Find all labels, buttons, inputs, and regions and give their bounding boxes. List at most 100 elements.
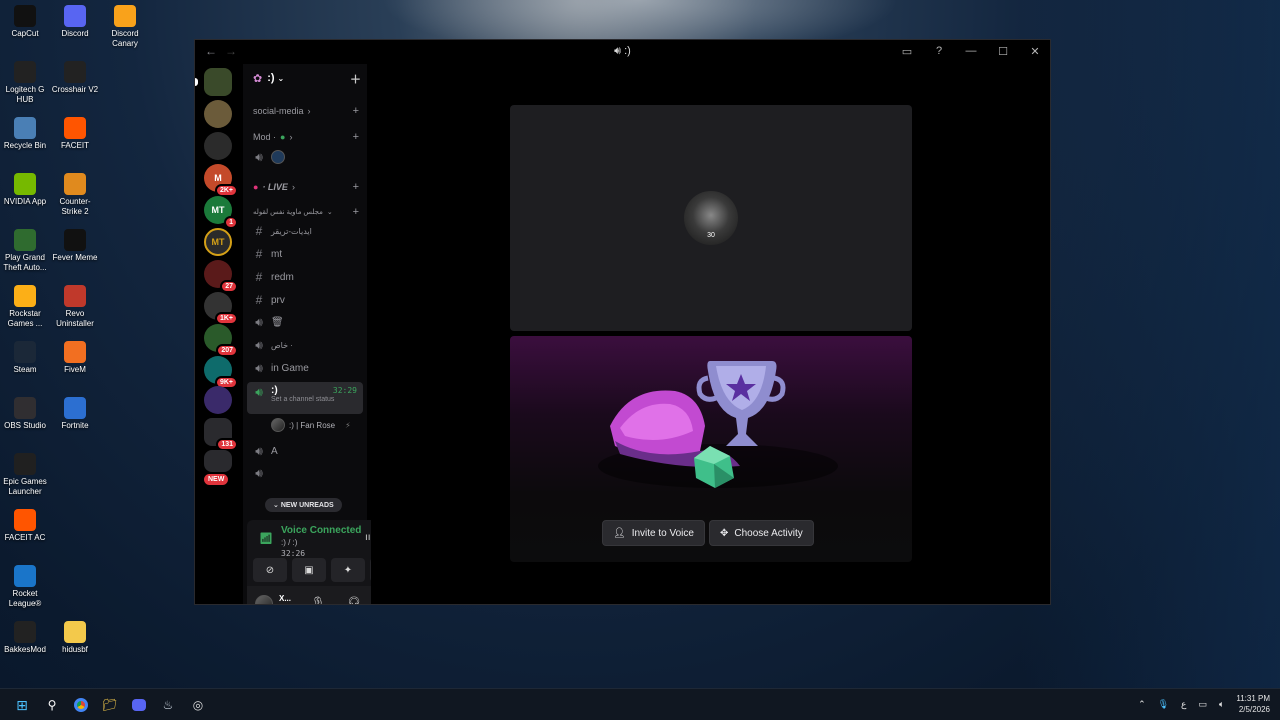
voice-channel[interactable]: 🔊︎ [253, 464, 363, 482]
minimize-icon[interactable]: — [962, 43, 980, 59]
language-indicator[interactable]: ع [1181, 699, 1186, 710]
add-channel-icon[interactable]: + [353, 131, 359, 143]
desktop-icon[interactable]: FiveM [50, 341, 100, 375]
camera-off-button[interactable]: ⊘ [253, 558, 287, 582]
category-social-media[interactable]: social-media › + [253, 105, 359, 117]
obs-icon [14, 397, 36, 419]
chevron-down-icon: ⌄ [273, 502, 281, 509]
server-icon[interactable]: MT [204, 228, 232, 256]
desktop-icon[interactable]: Rocket League® [0, 565, 50, 609]
desktop-icon[interactable]: FACEIT [50, 117, 100, 151]
capcut-icon [14, 5, 36, 27]
desktop-icon[interactable]: Counter-Strike 2 [50, 173, 100, 217]
steam-taskbar-icon[interactable]: ♨ [158, 695, 178, 715]
voice-channel[interactable]: 🔊︎ 🗑 [253, 313, 363, 331]
username[interactable]: X... [279, 594, 291, 603]
network-icon[interactable]: ▭ [1198, 699, 1207, 710]
desktop-icon[interactable]: FACEIT AC [0, 509, 50, 543]
voice-channel-path[interactable]: :) / :) [281, 538, 297, 547]
desktop-icon[interactable]: Revo Uninstaller [50, 285, 100, 329]
desktop-icon[interactable]: hidusbf [50, 621, 100, 655]
speaker-icon: 🔊︎ [255, 443, 263, 458]
server-folder[interactable] [204, 450, 232, 472]
new-unreads-pill[interactable]: ⌄ NEW UNREADS [265, 498, 342, 512]
volume-icon[interactable]: 🔈︎ [1219, 699, 1224, 710]
voice-connected-status[interactable]: Voice Connected [281, 525, 361, 536]
voice-channel[interactable]: 🔊︎ خاص · [253, 336, 363, 354]
headphones-icon[interactable]: 🎧︎ [347, 596, 361, 604]
server-icon[interactable]: 1K+ [204, 292, 238, 325]
close-icon[interactable]: ✕ [1026, 43, 1044, 59]
desktop-icon[interactable]: NVIDIA App [0, 173, 50, 207]
server-icon[interactable]: M 2K+ [204, 164, 238, 197]
search-icon[interactable]: ⚲ [42, 695, 62, 715]
desktop-icon[interactable]: Recycle Bin [0, 117, 50, 151]
text-channel[interactable]: # mt [253, 245, 363, 263]
server-icon[interactable]: 9K+ [204, 356, 238, 389]
desktop-icon[interactable]: Logitech G HUB [0, 61, 50, 105]
file-explorer-icon[interactable]: 📁︎ [100, 695, 120, 715]
server-icon-dm[interactable] [195, 68, 232, 96]
add-member-icon[interactable]: ＋ [350, 71, 361, 87]
server-icon[interactable]: 207 [204, 324, 238, 357]
desktop-icon[interactable]: Play Grand Theft Auto... [0, 229, 50, 273]
server-icon[interactable] [204, 100, 232, 128]
new-badge[interactable]: NEW [204, 474, 229, 485]
user-avatar[interactable] [255, 595, 273, 604]
desktop-icon[interactable]: Discord [50, 5, 100, 39]
desktop-icon[interactable]: Discord Canary [100, 5, 150, 49]
help-icon[interactable]: ? [930, 43, 948, 59]
chevron-up-icon[interactable]: ⌃ [1138, 699, 1146, 710]
participant-tile[interactable]: 30 [510, 105, 912, 331]
cs2-icon [64, 173, 86, 195]
discord-taskbar-icon[interactable] [129, 695, 149, 715]
voice-channel-collapsed[interactable]: 🔊︎ [253, 148, 363, 166]
server-icon[interactable] [204, 386, 232, 414]
faceit-taskbar-icon[interactable]: ◎ [188, 695, 208, 715]
screen-share-button[interactable]: ▣ [292, 558, 326, 582]
category-arabic[interactable]: مجلس ماوية نفس لقوله ⌄ + [253, 206, 359, 218]
category-mod[interactable]: Mod · ● › + [253, 131, 359, 143]
desktop-icon[interactable]: BakkesMod [0, 621, 50, 655]
windows-start-icon[interactable]: ⊞ [12, 695, 32, 715]
chrome-icon[interactable] [71, 695, 91, 715]
activities-button[interactable]: ✦ [331, 558, 365, 582]
voice-channel-active[interactable]: 🔊︎ :) Set a channel status 32:29 [247, 382, 363, 414]
activities-icon: ✦ [343, 564, 353, 576]
server-icon[interactable] [204, 132, 232, 160]
signal-icon[interactable]: 📶︎ [259, 532, 273, 545]
voice-channel[interactable]: 🔊︎ in Game [253, 359, 363, 377]
faceit-icon [64, 117, 86, 139]
microphone-tray-icon[interactable]: 🎙︎ [1158, 699, 1169, 710]
desktop-icon[interactable]: Epic Games Launcher [0, 453, 50, 497]
desktop-icon[interactable]: Rockstar Games ... [0, 285, 50, 329]
desktop-icon[interactable]: Crosshair V2 [50, 61, 100, 95]
server-icon[interactable]: 27 [204, 260, 238, 293]
channel-status[interactable]: Set a channel status [271, 396, 334, 403]
invite-to-voice-button[interactable]: 👤︎ Invite to Voice [602, 520, 705, 546]
category-live[interactable]: ● · LIVE › + [253, 181, 359, 193]
logitech-icon [14, 61, 36, 83]
text-channel[interactable]: # redm [253, 268, 363, 286]
choose-activity-button[interactable]: ✥ Choose Activity [709, 520, 814, 546]
clock-date: 2/5/2026 [1238, 705, 1270, 714]
add-channel-icon[interactable]: + [353, 206, 359, 218]
desktop-icon[interactable]: Fortnite [50, 397, 100, 431]
text-channel[interactable]: # ايديات-تريقر [253, 222, 363, 240]
desktop-icon[interactable]: CapCut [0, 5, 50, 39]
text-channel[interactable]: # prv [253, 291, 363, 309]
maximize-icon[interactable]: ☐ [994, 43, 1012, 59]
desktop-icon[interactable]: Steam [0, 341, 50, 375]
server-icon[interactable]: MT 1 [204, 196, 238, 229]
desktop-icon[interactable]: OBS Studio [0, 397, 50, 431]
voice-channel[interactable]: 🔊︎ A [253, 442, 363, 460]
add-channel-icon[interactable]: + [353, 181, 359, 193]
clock[interactable]: 11:31 PM 2/5/2026 [1236, 693, 1270, 715]
desktop-icon[interactable]: Fever Meme [50, 229, 100, 263]
server-header[interactable]: ✿ :) ⌄ ＋ [243, 64, 367, 92]
microphone-icon[interactable]: 🎙︎ [311, 596, 325, 604]
server-folder[interactable]: 131 [204, 418, 238, 451]
inbox-icon[interactable]: ▭ [898, 43, 916, 59]
add-channel-icon[interactable]: + [353, 105, 359, 117]
voice-member[interactable]: :) | Fan Rose ⚡ [271, 418, 351, 432]
